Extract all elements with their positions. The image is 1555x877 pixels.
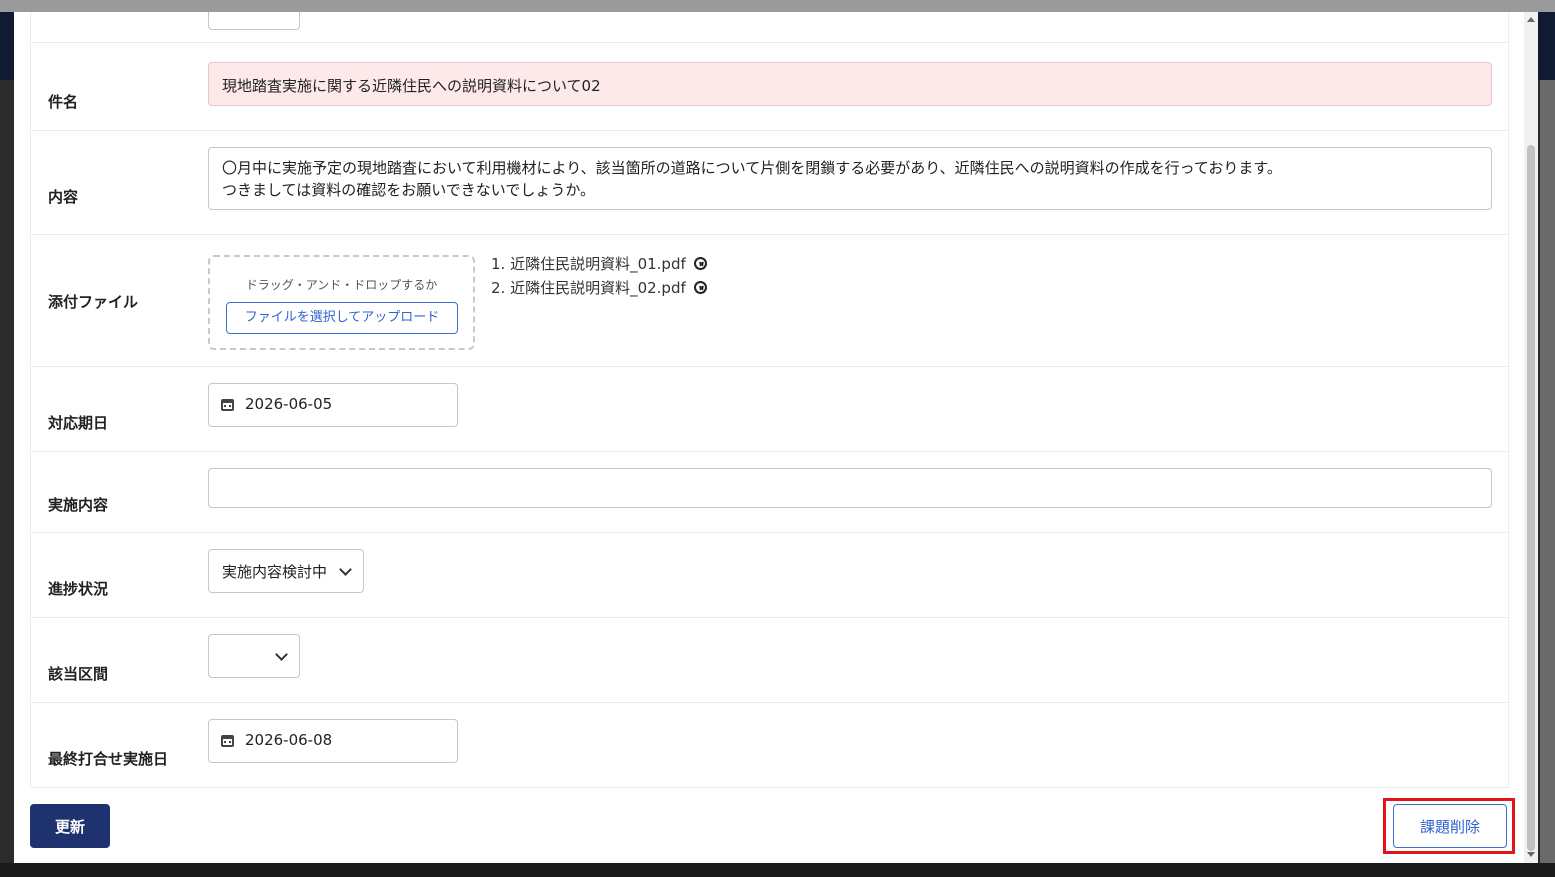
update-button[interactable]: 更新 [30,804,110,848]
form-row-section: 該当区間 [31,618,1508,703]
file-dropzone[interactable]: ドラッグ・アンド・ドロップするか ファイルを選択してアップロード [208,255,475,350]
content-label: 内容 [48,188,79,206]
scroll-down-icon[interactable] [1527,852,1535,857]
form-row-progress: 進捗状況 実施内容検討中 [31,533,1508,618]
dropzone-hint: ドラッグ・アンド・ドロップするか [245,278,438,292]
upload-file-button[interactable]: ファイルを選択してアップロード [226,302,458,334]
attachment-item: 2. 近隣住民説明資料_02.pdf [491,279,707,303]
progress-label: 進捗状況 [48,580,109,598]
chevron-down-icon [339,563,352,576]
scrollbar-thumb[interactable] [1527,145,1535,851]
content-textarea[interactable]: 〇月中に実施予定の現地踏査において利用機材により、該当箇所の道路について片側を閉… [208,147,1492,210]
final-meeting-date-input[interactable]: 2026-06-08 [208,719,458,763]
progress-select[interactable]: 実施内容検討中 [208,549,364,593]
subject-value: 現地踏査実施に関する近隣住民への説明資料について02 [222,77,601,95]
content-line-2: つきましては資料の確認をお願いできないでしょうか。 [222,181,596,199]
previous-select[interactable] [208,12,300,30]
implementation-label: 実施内容 [48,496,109,514]
scroll-up-icon[interactable] [1527,17,1535,22]
remove-file-icon[interactable] [693,257,707,270]
due-date-value: 2026-06-05 [245,395,333,413]
attachment-item: 1. 近隣住民説明資料_01.pdf [491,255,707,279]
form-row-due-date: 対応期日 2026-06-05 [31,367,1508,452]
subject-label: 件名 [48,93,79,111]
subject-input[interactable]: 現地踏査実施に関する近隣住民への説明資料について02 [208,62,1492,106]
chevron-down-icon [275,648,288,661]
due-date-label: 対応期日 [48,414,109,432]
remove-file-icon[interactable] [693,281,707,294]
attachment-file-name[interactable]: 2. 近隣住民説明資料_02.pdf [491,279,686,297]
form-row-final-meeting-date: 最終打合せ実施日 2026-06-08 [31,703,1508,788]
form-content: 件名 現地踏査実施に関する近隣住民への説明資料について02 内容 〇月中に実施予… [30,12,1509,788]
content-line-1: 〇月中に実施予定の現地踏査において利用機材により、該当箇所の道路について片側を閉… [222,159,1282,177]
background-strip [0,0,1555,12]
final-meeting-date-value: 2026-06-08 [245,731,333,749]
attachment-label: 添付ファイル [48,293,139,311]
due-date-input[interactable]: 2026-06-05 [208,383,458,427]
section-select[interactable] [208,634,300,678]
attachment-list: 1. 近隣住民説明資料_01.pdf 2. 近隣住民説明資料_02.pdf [491,255,707,303]
implementation-input[interactable] [208,468,1492,508]
form-row-subject: 件名 現地踏査実施に関する近隣住民への説明資料について02 [31,43,1508,131]
form-row-attachment: 添付ファイル ドラッグ・アンド・ドロップするか ファイルを選択してアップロード … [31,235,1508,367]
calendar-icon [221,735,234,747]
form-row-content: 内容 〇月中に実施予定の現地踏査において利用機材により、該当箇所の道路について片… [31,131,1508,235]
final-meeting-date-label: 最終打合せ実施日 [48,750,169,768]
background-overlay [1540,80,1555,877]
attachment-file-name[interactable]: 1. 近隣住民説明資料_01.pdf [491,255,686,273]
form-row-previous [31,12,1508,43]
form-row-implementation: 実施内容 [31,452,1508,533]
scrollbar[interactable] [1524,12,1538,863]
section-label: 該当区間 [48,665,109,683]
issue-edit-modal: 件名 現地踏査実施に関する近隣住民への説明資料について02 内容 〇月中に実施予… [14,12,1538,863]
progress-selected: 実施内容検討中 [222,563,328,581]
calendar-icon [221,399,234,411]
background-footer [0,863,1555,877]
highlight-box [1383,798,1515,854]
